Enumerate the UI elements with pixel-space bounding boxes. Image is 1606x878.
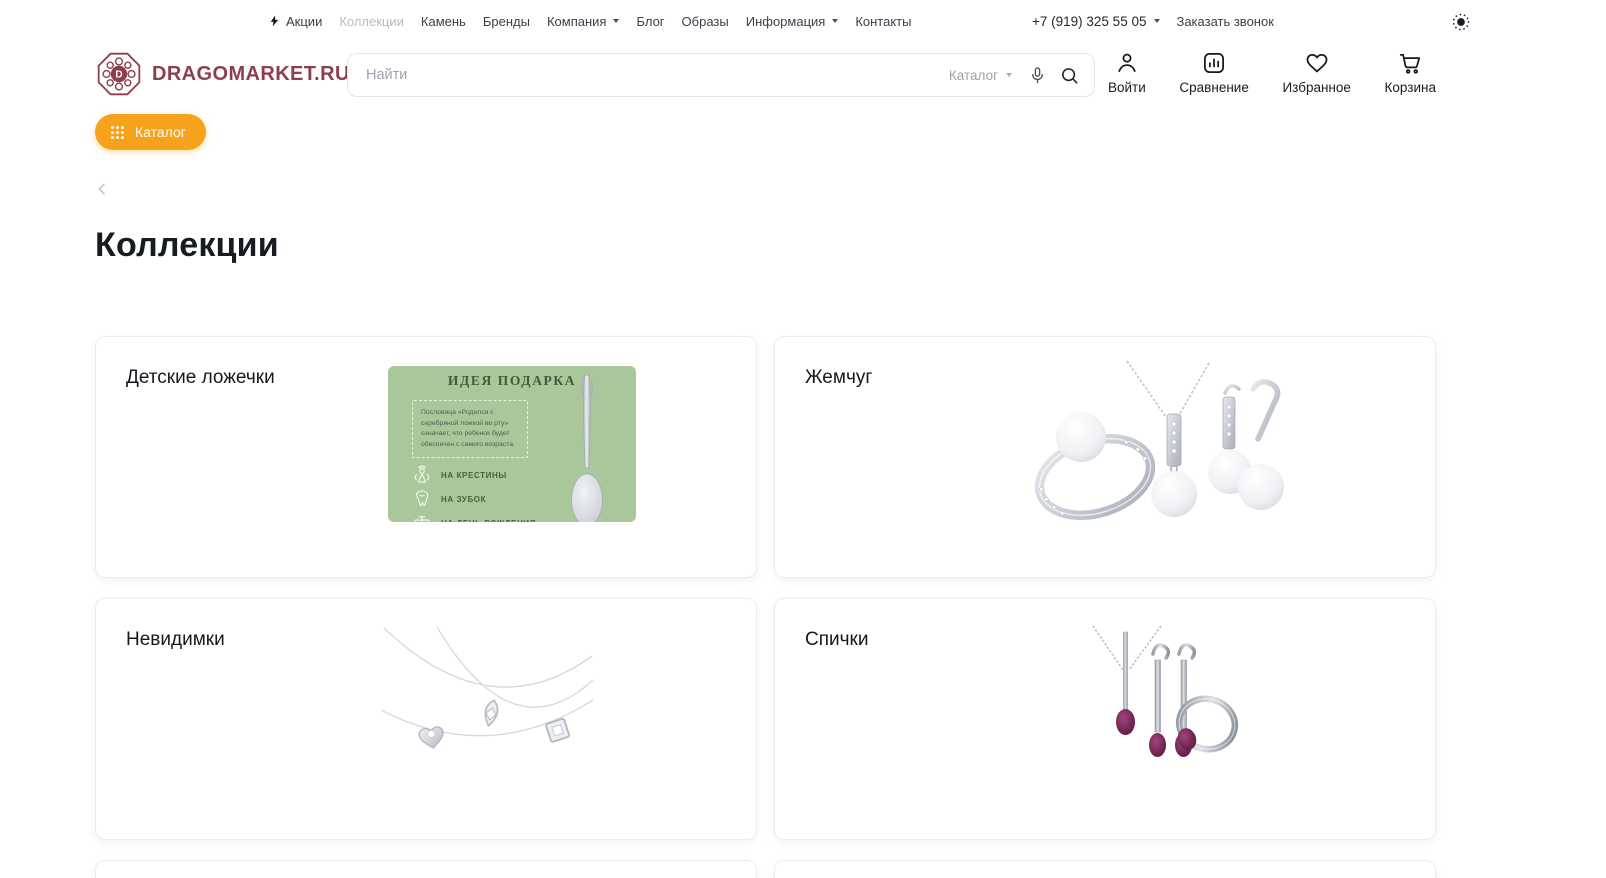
spoon-image [564, 372, 610, 522]
collection-card-partial[interactable] [95, 860, 757, 878]
nav-item-promotions[interactable]: Акции [268, 14, 322, 29]
nav-item-stone[interactable]: Камень [421, 14, 466, 29]
logo-emblem-icon: D [95, 50, 143, 98]
promo-list: НА КРЕСТИНЫ НА ЗУБОК НА ДЕНЬ РОЖДЕН [412, 466, 536, 522]
topbar-right: +7 (919) 325 55 05 Заказать звонок [1032, 0, 1274, 42]
nav-label: Акции [286, 14, 322, 29]
sun-icon [1450, 11, 1472, 33]
nav-item-company[interactable]: Компания [547, 14, 620, 29]
collection-title: Спички [805, 629, 868, 651]
collection-card-spoons[interactable]: Детские ложечки ИДЕЯ ПОДАРКА Пословица «… [95, 336, 757, 578]
collection-title: Детские ложечки [126, 367, 275, 389]
compare-button[interactable]: Сравнение [1179, 50, 1248, 95]
microphone-icon [1028, 66, 1047, 85]
nav-item-information[interactable]: Информация [746, 14, 839, 29]
search-input[interactable] [348, 54, 949, 96]
page: Акции Коллекции Камень Бренды Компания Б… [0, 0, 1606, 878]
user-icon [1114, 50, 1140, 76]
search-icon [1059, 65, 1080, 86]
collection-title: Невидимки [126, 629, 225, 651]
theme-toggle-button[interactable] [1448, 9, 1474, 35]
tooth-icon [412, 489, 432, 509]
promo-item: НА ЗУБОК [412, 490, 536, 508]
compare-icon [1201, 50, 1227, 76]
search-bar: Каталог [347, 53, 1095, 97]
collection-card-invisible[interactable]: Невидимки [95, 598, 757, 840]
collection-card-pearls[interactable]: Жемчуг [774, 336, 1436, 578]
nav-item-collections[interactable]: Коллекции [339, 14, 404, 29]
voice-search-button[interactable] [1028, 66, 1047, 85]
header-actions: Войти Сравнение Избранное Корзина [1108, 50, 1436, 95]
collection-card-partial[interactable] [774, 860, 1436, 878]
angel-icon [412, 465, 432, 485]
collection-image-spoons: ИДЕЯ ПОДАРКА Пословица «Родился с серебр… [388, 366, 636, 522]
cart-icon [1397, 50, 1423, 76]
catalog-button[interactable]: Каталог [95, 114, 206, 150]
nav-item-looks[interactable]: Образы [682, 14, 729, 29]
collection-title: Жемчуг [805, 367, 872, 389]
logo[interactable]: D DRAGOMARKET.RU [95, 50, 350, 98]
chevron-down-icon [1154, 19, 1160, 23]
svg-text:D: D [115, 70, 122, 81]
login-button[interactable]: Войти [1108, 50, 1146, 95]
search-submit-button[interactable] [1059, 65, 1080, 86]
callback-link[interactable]: Заказать звонок [1176, 14, 1273, 29]
nav-item-blog[interactable]: Блог [636, 14, 664, 29]
collection-image-matches [1067, 624, 1239, 778]
chevron-down-icon [832, 19, 838, 23]
collections-grid: Детские ложечки ИДЕЯ ПОДАРКА Пословица «… [95, 336, 1436, 878]
chevron-down-icon [613, 19, 619, 23]
page-title: Коллекции [95, 226, 279, 265]
chevron-left-icon [93, 180, 111, 198]
promo-item: НА КРЕСТИНЫ [412, 466, 536, 484]
grid-icon [110, 125, 125, 140]
top-navigation: Акции Коллекции Камень Бренды Компания Б… [268, 0, 911, 42]
back-button[interactable] [93, 180, 111, 203]
search-category-dropdown[interactable]: Каталог [949, 68, 1012, 83]
lightning-icon [268, 14, 281, 28]
promo-item: НА ДЕНЬ РОЖДЕНИЯ [412, 514, 536, 522]
collection-image-pearls [1017, 359, 1285, 527]
heart-icon [1304, 50, 1330, 76]
collection-image-invisible [379, 626, 597, 768]
promo-quote: Пословица «Родился с серебряной ложкой в… [412, 400, 528, 458]
gift-icon [412, 513, 432, 522]
nav-item-contacts[interactable]: Контакты [855, 14, 911, 29]
logo-text: DRAGOMARKET.RU [152, 63, 350, 86]
nav-item-brands[interactable]: Бренды [483, 14, 530, 29]
chevron-down-icon [1006, 73, 1012, 77]
cart-button[interactable]: Корзина [1385, 50, 1436, 95]
favorites-button[interactable]: Избранное [1282, 50, 1350, 95]
collection-card-matches[interactable]: Спички [774, 598, 1436, 840]
phone-link[interactable]: +7 (919) 325 55 05 [1032, 14, 1160, 29]
